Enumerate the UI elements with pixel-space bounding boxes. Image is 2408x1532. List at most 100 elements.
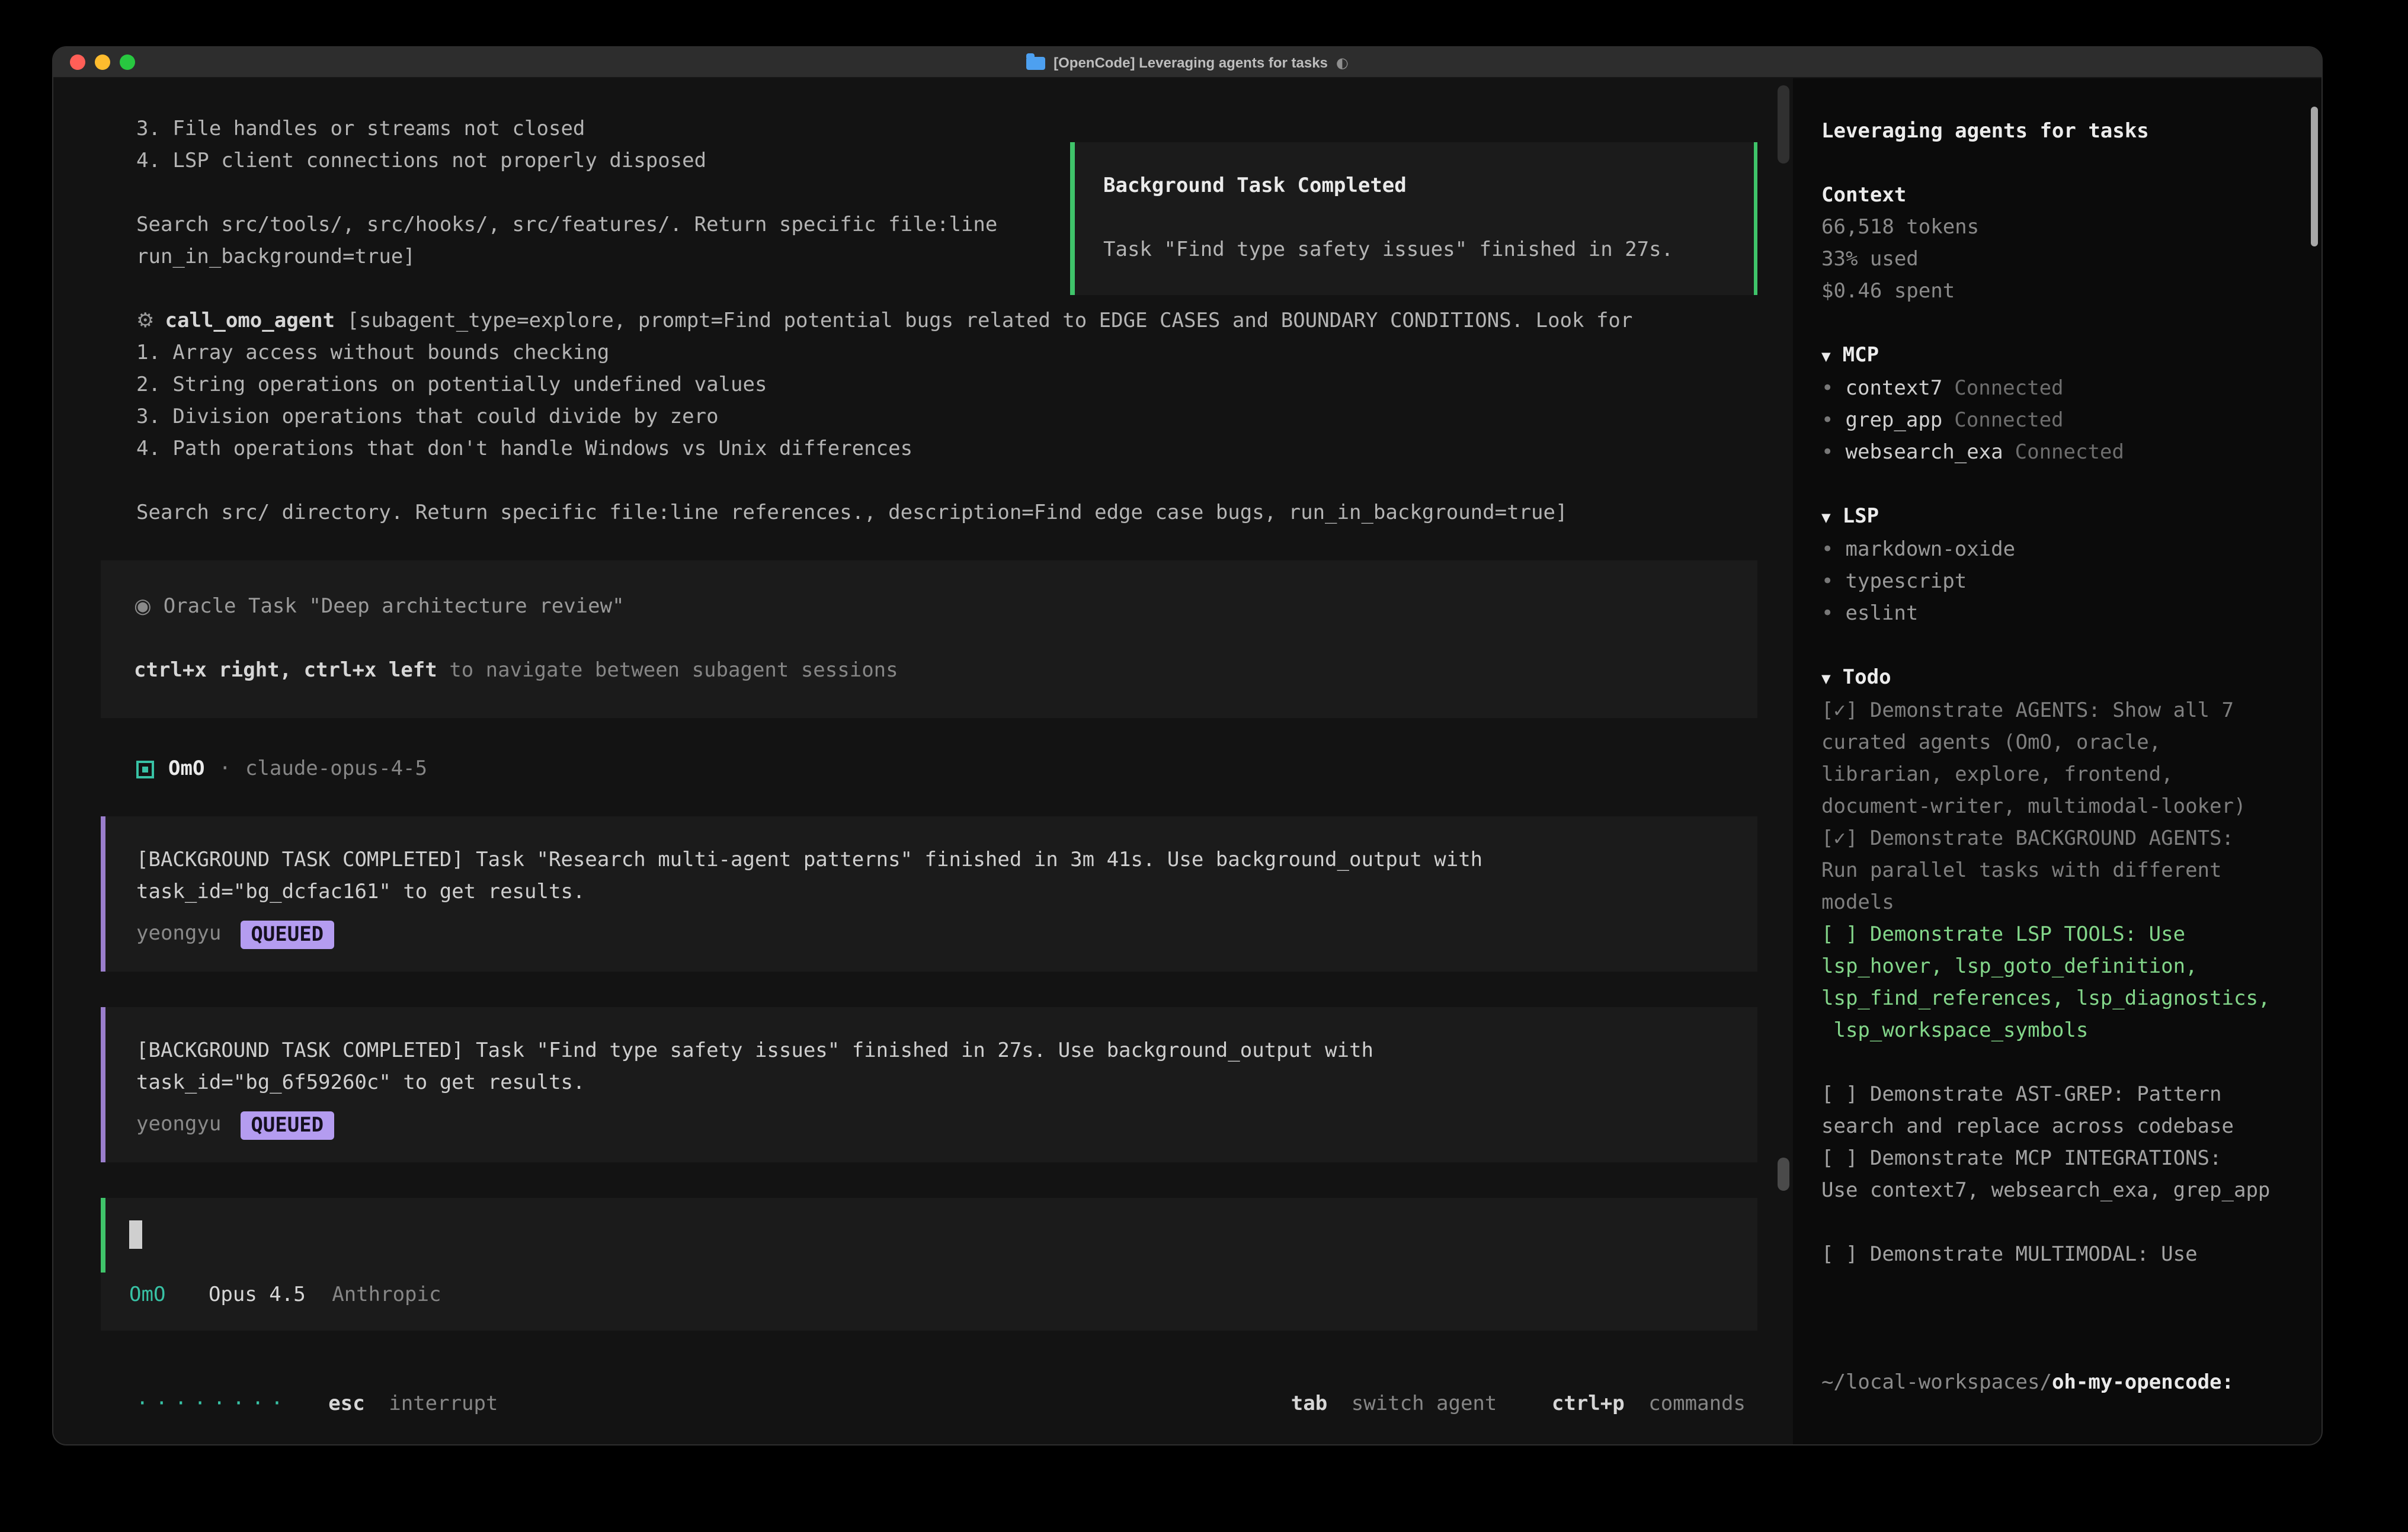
terminal-line: 1. Array access without bounds checking <box>101 338 1757 370</box>
provider-label: Anthropic <box>332 1283 441 1307</box>
todo-item: [ ] Demonstrate LSP TOOLS: Use lsp_hover… <box>1821 919 2281 1047</box>
terminal-pane: 3. File handles or streams not closed 4.… <box>53 78 1793 1446</box>
bullet-icon: • <box>1821 441 1834 464</box>
agent-model: claude-opus-4-5 <box>245 754 427 786</box>
terminal-line: 2. String operations on potentially unde… <box>101 370 1757 402</box>
ctrlp-key-label: commands <box>1648 1392 1746 1416</box>
window-title: [OpenCode] Leveraging agents for tasks ◐ <box>1026 54 1349 70</box>
status-bar: ········ esc interrupt tab switch agent … <box>53 1380 1793 1446</box>
status-right: tab switch agent ctrl+p commands <box>1291 1392 1746 1416</box>
todo-item: [✓] Demonstrate BACKGROUND AGENTS: Run p… <box>1821 823 2281 919</box>
task-message-line: task_id="bg_dcfac161" to get results. <box>136 877 1727 909</box>
mcp-item: •context7Connected <box>1821 373 2281 405</box>
sidebar-pane: Leveraging agents for tasks Context 66,5… <box>1793 78 2321 1446</box>
record-icon: ◉ <box>134 595 152 618</box>
subagent-nav-hint: ctrl+x right, ctrl+x left to navigate be… <box>134 655 1724 687</box>
context-used: 33% used <box>1821 244 2281 276</box>
lsp-item: •eslint <box>1821 598 2281 630</box>
task-author: yeongyu <box>136 918 221 950</box>
close-button[interactable] <box>70 55 85 70</box>
task-message-line: [BACKGROUND TASK COMPLETED] Task "Resear… <box>136 845 1727 877</box>
oracle-task-panel: ◉Oracle Task "Deep architecture review" … <box>101 560 1757 718</box>
todo-section: ▼Todo [✓] Demonstrate AGENTS: Show all 7… <box>1821 662 2281 1271</box>
lsp-section-header[interactable]: ▼LSP <box>1821 501 2281 534</box>
mcp-item: •websearch_exaConnected <box>1821 437 2281 469</box>
workspace-dir: ~/local-workspaces/ <box>1821 1371 2052 1395</box>
blank-line <box>134 623 1724 655</box>
todo-section-header[interactable]: ▼Todo <box>1821 662 2281 696</box>
workspace-repo: oh-my-opencode: <box>2052 1371 2234 1395</box>
mcp-section: ▼MCP •context7Connected •grep_appConnect… <box>1821 340 2281 469</box>
terminal-scrollbar[interactable] <box>1778 85 1789 1440</box>
collapse-triangle-icon: ▼ <box>1821 348 1831 366</box>
agent-name: OmO <box>168 754 204 786</box>
prompt-input-field[interactable] <box>101 1198 1757 1273</box>
context-tokens: 66,518 tokens <box>1821 212 2281 244</box>
task-meta: yeongyu QUEUED <box>136 1109 1727 1141</box>
todo-item: [ ] Demonstrate MULTIMODAL: Use <box>1821 1239 2281 1271</box>
bullet-icon: • <box>1821 538 1834 562</box>
traffic-lights <box>70 47 135 77</box>
separator-dot: · <box>219 754 231 786</box>
session-title: Leveraging agents for tasks <box>1821 116 2281 148</box>
zoom-button[interactable] <box>120 55 135 70</box>
session-indicator-icon: ◐ <box>1336 54 1349 70</box>
task-message-line: [BACKGROUND TASK COMPLETED] Task "Find t… <box>136 1036 1727 1068</box>
scrollbar-thumb[interactable] <box>1778 1158 1789 1191</box>
tab-key-hint: tab <box>1291 1392 1327 1416</box>
background-task-message: [BACKGROUND TASK COMPLETED] Task "Resear… <box>101 816 1757 972</box>
toast-title: Background Task Completed <box>1103 171 1725 203</box>
esc-key-hint: esc <box>328 1392 364 1416</box>
task-message-line: task_id="bg_6f59260c" to get results. <box>136 1068 1727 1100</box>
toast-body: Task "Find type safety issues" finished … <box>1103 235 1725 267</box>
model-indicator: OmO Opus 4.5 Anthropic <box>101 1273 1757 1331</box>
task-meta: yeongyu QUEUED <box>136 918 1727 950</box>
lsp-item: •markdown-oxide <box>1821 534 2281 566</box>
todo-item: [✓] Demonstrate AGENTS: Show all 7 curat… <box>1821 696 2281 823</box>
window-title-text: [OpenCode] Leveraging agents for tasks <box>1054 54 1328 70</box>
gear-icon: ⚙ <box>136 309 155 333</box>
workspace-path: ~/local-workspaces/oh-my-opencode: maste… <box>1821 1303 2281 1446</box>
context-spent: $0.46 spent <box>1821 276 2281 308</box>
context-heading: Context <box>1821 180 2281 212</box>
todo-item: [ ] Demonstrate AST-GREP: Pattern search… <box>1821 1079 2281 1143</box>
lsp-item: •typescript <box>1821 566 2281 598</box>
mcp-section-header[interactable]: ▼MCP <box>1821 340 2281 373</box>
collapse-triangle-icon: ▼ <box>1821 671 1831 688</box>
bullet-icon: • <box>1821 377 1834 400</box>
tab-key-label: switch agent <box>1352 1392 1497 1416</box>
minimize-button[interactable] <box>95 55 110 70</box>
lsp-section: ▼LSP •markdown-oxide •typescript •eslint <box>1821 501 2281 630</box>
terminal-line: 4. Path operations that don't handle Win… <box>101 434 1757 466</box>
folder-icon <box>1026 57 1045 70</box>
bullet-icon: • <box>1821 409 1834 432</box>
terminal-line: 3. File handles or streams not closed <box>101 114 1757 146</box>
agent-session-header: OmO · claude-opus-4-5 <box>136 754 1757 786</box>
desktop: [OpenCode] Leveraging agents for tasks ◐… <box>0 0 2408 1532</box>
context-section: Context 66,518 tokens 33% used $0.46 spe… <box>1821 180 2281 308</box>
sidebar-scrollbar-thumb[interactable] <box>2311 107 2318 246</box>
terminal-line: Search src/ directory. Return specific f… <box>101 498 1757 530</box>
terminal-line <box>101 466 1757 498</box>
status-badge: QUEUED <box>240 1111 334 1139</box>
todo-item: [ ] Demonstrate MCP INTEGRATIONS: Use co… <box>1821 1143 2281 1207</box>
bullet-icon: • <box>1821 570 1834 594</box>
task-author: yeongyu <box>136 1109 221 1141</box>
agent-icon <box>136 761 154 778</box>
text-cursor <box>129 1220 142 1249</box>
tool-args: [subagent_type=explore, prompt=Find pote… <box>335 309 1632 333</box>
status-left: ········ esc interrupt <box>136 1392 498 1416</box>
status-badge: QUEUED <box>240 920 334 948</box>
tool-call-line: ⚙ call_omo_agent [subagent_type=explore, … <box>101 306 1757 338</box>
oracle-task-title: ◉Oracle Task "Deep architecture review" <box>134 591 1724 623</box>
ctrlp-key-hint: ctrl+p <box>1552 1392 1625 1416</box>
spinner-dots: ········ <box>136 1392 290 1416</box>
collapse-triangle-icon: ▼ <box>1821 509 1831 527</box>
tool-name: call_omo_agent <box>165 309 335 333</box>
prompt-input[interactable]: OmO Opus 4.5 Anthropic <box>101 1198 1757 1331</box>
scrollbar-thumb[interactable] <box>1778 85 1789 164</box>
notification-toast[interactable]: Background Task Completed Task "Find typ… <box>1070 142 1757 295</box>
mcp-item: •grep_appConnected <box>1821 405 2281 437</box>
window-titlebar[interactable]: [OpenCode] Leveraging agents for tasks ◐ <box>53 47 2321 78</box>
app-window: [OpenCode] Leveraging agents for tasks ◐… <box>52 46 2323 1446</box>
